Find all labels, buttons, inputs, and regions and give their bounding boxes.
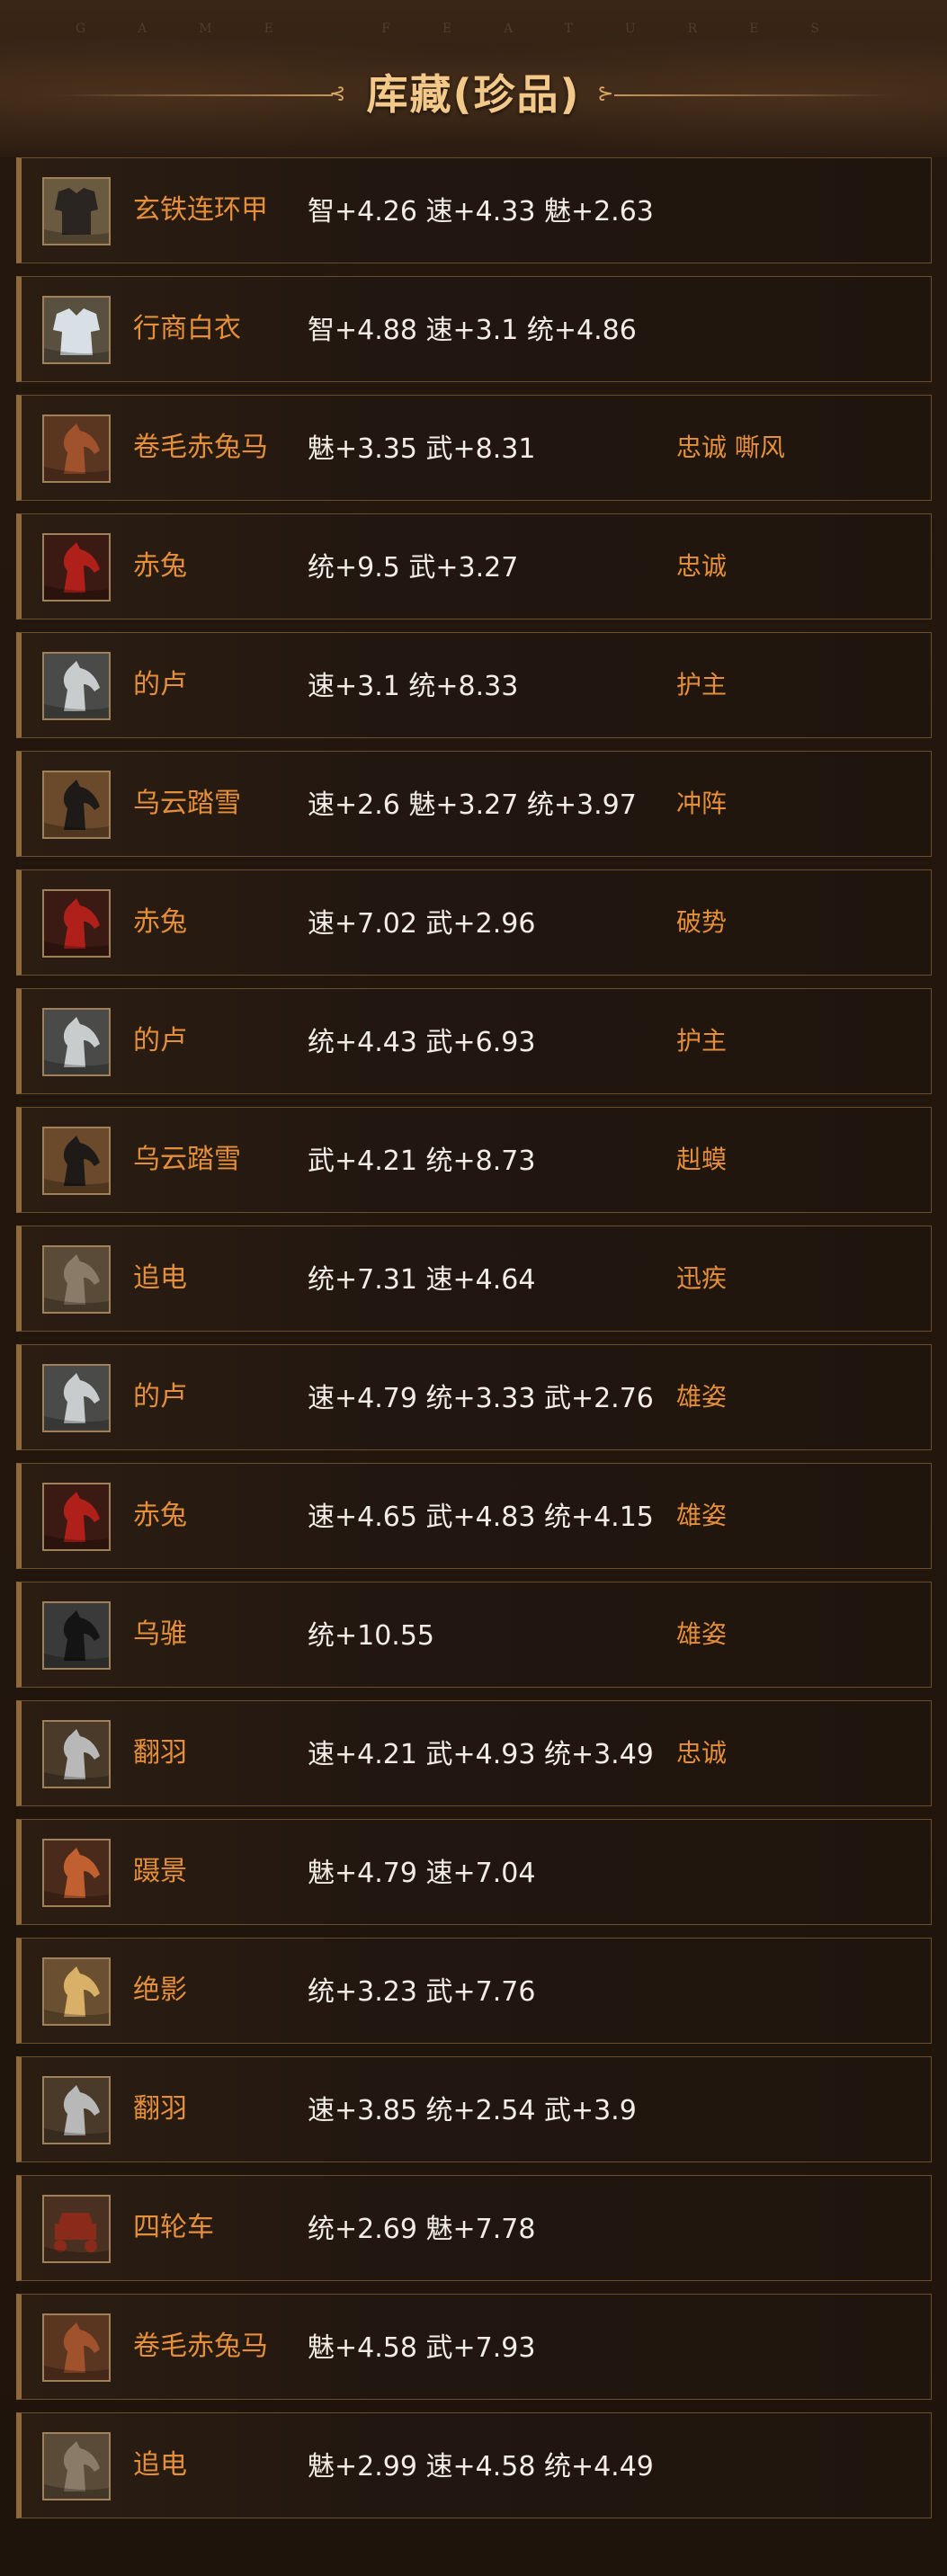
item-stats: 智+4.26 速+4.33 魅+2.63	[308, 196, 654, 227]
item-traits: 护主	[676, 670, 728, 700]
horse-icon	[42, 2313, 111, 2382]
horse-icon	[42, 1483, 111, 1551]
cart-icon	[42, 2195, 111, 2263]
item-traits: 忠诚	[676, 1738, 728, 1768]
item-stats: 魅+3.35 武+8.31	[308, 433, 536, 465]
list-item[interactable]: 赤兔 统+9.5 武+3.27 忠诚	[16, 513, 932, 619]
list-item[interactable]: 绝影 统+3.23 武+7.76	[16, 1938, 932, 2044]
item-stats: 速+3.85 统+2.54 武+3.9	[308, 2095, 637, 2126]
item-traits: 雄姿	[676, 1619, 728, 1649]
item-name: 乌云踏雪	[133, 788, 241, 819]
armor-icon	[42, 177, 111, 245]
list-item[interactable]: 乌云踏雪 武+4.21 统+8.73 赳蟆	[16, 1107, 932, 1213]
horse-icon	[42, 1245, 111, 1314]
item-name: 的卢	[133, 669, 187, 700]
list-item[interactable]: 翻羽 速+4.21 武+4.93 统+3.49 忠诚	[16, 1700, 932, 1806]
item-stats: 统+10.55	[308, 1620, 435, 1652]
item-stats: 武+4.21 统+8.73	[308, 1145, 536, 1177]
item-stats: 统+7.31 速+4.64	[308, 1264, 536, 1296]
list-item[interactable]: 追电 统+7.31 速+4.64 迅疾	[16, 1226, 932, 1332]
item-name: 赤兔	[133, 1500, 187, 1531]
item-name: 卷毛赤兔马	[133, 432, 268, 463]
item-traits: 赳蟆	[676, 1145, 728, 1174]
horse-icon	[42, 652, 111, 720]
item-stats: 魅+2.99 速+4.58 统+4.49	[308, 2451, 654, 2482]
item-list: 玄铁连环甲 智+4.26 速+4.33 魅+2.63 行商白衣 智+4.88 速+3.…	[16, 157, 932, 2531]
list-item[interactable]: 卷毛赤兔马 魅+4.58 武+7.93	[16, 2294, 932, 2400]
horse-icon	[42, 2076, 111, 2144]
item-name: 绝影	[133, 1974, 187, 2006]
item-name: 四轮车	[133, 2212, 214, 2243]
item-traits: 冲阵	[676, 789, 728, 818]
item-name: 的卢	[133, 1381, 187, 1413]
item-traits: 忠诚	[676, 551, 728, 581]
list-item[interactable]: 玄铁连环甲 智+4.26 速+4.33 魅+2.63	[16, 157, 932, 263]
item-traits: 雄姿	[676, 1501, 728, 1530]
page-title: 库藏(珍品)	[366, 70, 581, 119]
robe-icon	[42, 296, 111, 364]
horse-icon	[42, 1601, 111, 1670]
item-stats: 速+7.02 武+2.96	[308, 908, 536, 940]
list-item[interactable]: 翻羽 速+3.85 统+2.54 武+3.9	[16, 2056, 932, 2162]
title-row: ⊰ ⊱ 库藏(珍品)	[0, 63, 947, 126]
horse-icon	[42, 2432, 111, 2500]
horse-icon	[42, 1364, 111, 1432]
item-name: 赤兔	[133, 550, 187, 582]
item-stats: 统+3.23 武+7.76	[308, 1976, 536, 2008]
horse-icon	[42, 414, 111, 483]
horse-icon	[42, 533, 111, 602]
item-traits: 雄姿	[676, 1382, 728, 1412]
list-item[interactable]: 的卢 速+4.79 统+3.33 武+2.76 雄姿	[16, 1344, 932, 1450]
list-item[interactable]: 四轮车 统+2.69 魅+7.78	[16, 2175, 932, 2281]
horse-icon	[42, 1008, 111, 1076]
horse-icon	[42, 1720, 111, 1788]
item-traits: 破势	[676, 907, 728, 937]
list-item[interactable]: 追电 魅+2.99 速+4.58 统+4.49	[16, 2412, 932, 2518]
horse-icon	[42, 889, 111, 958]
item-name: 追电	[133, 2449, 187, 2481]
list-item[interactable]: 乌骓 统+10.55 雄姿	[16, 1582, 932, 1688]
item-stats: 速+4.21 武+4.93 统+3.49	[308, 1739, 654, 1770]
item-traits: 忠诚 嘶风	[676, 432, 785, 462]
item-name: 行商白衣	[133, 313, 241, 344]
item-stats: 速+3.1 统+8.33	[308, 671, 519, 702]
item-traits: 迅疾	[676, 1263, 728, 1293]
item-name: 卷毛赤兔马	[133, 2331, 268, 2362]
item-stats: 速+4.65 武+4.83 统+4.15	[308, 1502, 654, 1533]
item-stats: 速+2.6 魅+3.27 统+3.97	[308, 789, 637, 821]
list-item[interactable]: 赤兔 速+7.02 武+2.96 破势	[16, 869, 932, 976]
list-item[interactable]: 蹑景 魅+4.79 速+7.04	[16, 1819, 932, 1925]
horse-icon	[42, 1127, 111, 1195]
item-stats: 魅+4.79 速+7.04	[308, 1858, 536, 1889]
item-name: 蹑景	[133, 1856, 187, 1887]
item-name: 翻羽	[133, 2093, 187, 2125]
item-traits: 护主	[676, 1026, 728, 1056]
list-item[interactable]: 赤兔 速+4.65 武+4.83 统+4.15 雄姿	[16, 1463, 932, 1569]
item-stats: 魅+4.58 武+7.93	[308, 2332, 536, 2364]
horse-icon	[42, 771, 111, 839]
item-stats: 统+2.69 魅+7.78	[308, 2214, 536, 2245]
list-item[interactable]: 行商白衣 智+4.88 速+3.1 统+4.86	[16, 276, 932, 382]
item-name: 乌云踏雪	[133, 1144, 241, 1175]
item-name: 玄铁连环甲	[133, 194, 268, 226]
item-name: 追电	[133, 1262, 187, 1294]
item-stats: 智+4.88 速+3.1 统+4.86	[308, 315, 637, 346]
header-watermark: GAME FEATURES	[75, 22, 872, 36]
page-header: GAME FEATURES ⊰ ⊱ 库藏(珍品)	[0, 0, 947, 157]
item-name: 赤兔	[133, 906, 187, 938]
horse-icon	[42, 1957, 111, 2026]
list-item[interactable]: 卷毛赤兔马 魅+3.35 武+8.31 忠诚 嘶风	[16, 395, 932, 501]
item-name: 乌骓	[133, 1618, 187, 1650]
list-item[interactable]: 乌云踏雪 速+2.6 魅+3.27 统+3.97 冲阵	[16, 751, 932, 857]
item-stats: 统+4.43 武+6.93	[308, 1027, 536, 1058]
item-stats: 速+4.79 统+3.33 武+2.76	[308, 1383, 654, 1414]
horse-icon	[42, 1839, 111, 1907]
item-name: 的卢	[133, 1025, 187, 1056]
list-item[interactable]: 的卢 速+3.1 统+8.33 护主	[16, 632, 932, 738]
item-stats: 统+9.5 武+3.27	[308, 552, 519, 584]
item-name: 翻羽	[133, 1737, 187, 1769]
list-item[interactable]: 的卢 统+4.43 武+6.93 护主	[16, 988, 932, 1094]
